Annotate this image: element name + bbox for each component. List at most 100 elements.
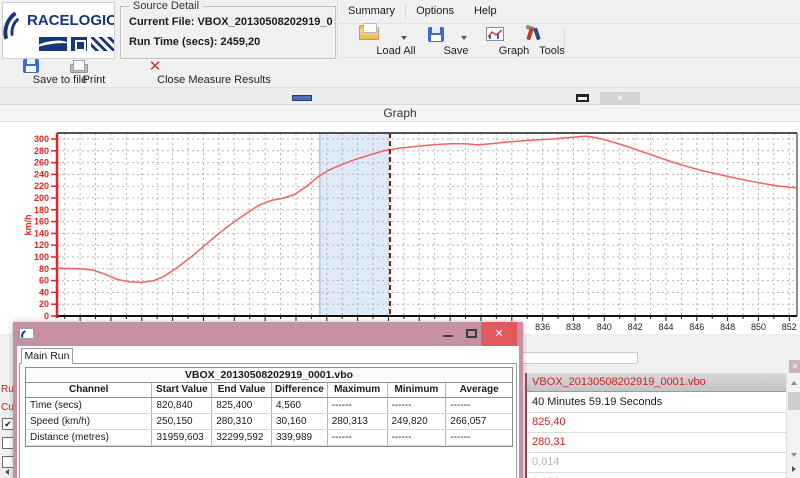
tools-button[interactable]: Tools bbox=[516, 26, 552, 57]
column-header: Minimum bbox=[388, 383, 447, 397]
y-tick-label: 280 bbox=[34, 146, 49, 156]
source-detail-group: Source Detail Current File: VBOX_2013050… bbox=[120, 6, 336, 59]
y-tick-label: 200 bbox=[34, 193, 49, 203]
column-header: End Value bbox=[212, 383, 272, 397]
tools-hammer-icon bbox=[525, 26, 543, 42]
table-row[interactable]: Distance (metres)31959,60332299,592339,9… bbox=[26, 430, 512, 446]
scroll-up-icon[interactable] bbox=[788, 377, 800, 390]
floppy-disk-icon bbox=[428, 27, 444, 42]
value-cell: ------ bbox=[446, 430, 512, 445]
scrollbar-thumb[interactable] bbox=[788, 392, 800, 410]
value-cell: 250,150 bbox=[152, 414, 212, 429]
value-cell: 825,400 bbox=[212, 398, 272, 413]
value-cell: 280,313 bbox=[328, 414, 388, 429]
y-tick-label: 180 bbox=[34, 205, 49, 215]
menu-item-summary[interactable]: Summary bbox=[338, 0, 405, 23]
save-dropdown-icon[interactable] bbox=[461, 36, 467, 40]
channel-cell: Speed (km/h) bbox=[26, 414, 152, 429]
measure-input-fragment[interactable] bbox=[519, 352, 638, 364]
x-tick-label: 848 bbox=[720, 322, 735, 332]
y-axis-title: km/h bbox=[23, 214, 33, 235]
y-tick-label: 260 bbox=[34, 158, 49, 168]
panel-file-header[interactable]: VBOX_20130508202919_0001.vbo bbox=[527, 373, 786, 392]
y-tick-label: 140 bbox=[34, 228, 49, 238]
table-row[interactable]: Time (secs)820,840825,4004,560----------… bbox=[26, 398, 512, 414]
value-cell: ------ bbox=[388, 430, 447, 445]
minimize-icon[interactable] bbox=[443, 335, 453, 337]
save-button[interactable]: Save bbox=[416, 26, 456, 57]
load-all-button[interactable]: Load All bbox=[341, 26, 396, 57]
menu-item-help[interactable]: Help bbox=[464, 0, 507, 23]
y-tick-label: 220 bbox=[34, 181, 49, 191]
current-file-label: Current File: VBOX_20130508202919_0001 bbox=[129, 16, 333, 28]
logo-text: RACELOGIC bbox=[27, 12, 115, 29]
save-to-file-button[interactable]: Save to file bbox=[2, 59, 60, 87]
results-table-header: ChannelStart ValueEnd ValueDifferenceMax… bbox=[26, 383, 512, 398]
x-tick-label: 842 bbox=[628, 322, 643, 332]
close-icon[interactable]: ✕ bbox=[600, 92, 640, 105]
y-tick-label: 60 bbox=[39, 276, 49, 286]
panel-row[interactable]: 0,156 bbox=[527, 473, 786, 478]
vbox-tools-window: RACELOGIC Source Detail Current File: VB… bbox=[0, 0, 800, 478]
logo-checker-badge-icon bbox=[91, 37, 115, 51]
racelogic-mini-icon bbox=[19, 328, 34, 339]
tab-main-run[interactable]: Main Run bbox=[21, 348, 73, 364]
menu-item-options[interactable]: Options bbox=[406, 0, 464, 23]
background-window-strip: ✕ bbox=[0, 88, 800, 105]
value-cell: ------ bbox=[388, 398, 447, 413]
value-cell: 31959,603 bbox=[152, 430, 212, 445]
scroll-down-icon[interactable] bbox=[788, 448, 800, 461]
column-header: Difference bbox=[272, 383, 328, 397]
value-cell: 4,560 bbox=[272, 398, 328, 413]
racelogic-logo: RACELOGIC bbox=[2, 2, 115, 59]
graph-chart-icon bbox=[486, 27, 504, 41]
panel-row[interactable]: 40 Minutes 59.19 Seconds bbox=[527, 393, 786, 413]
dialog-body: Main Run VBOX_20130508202919_0001.vbo Ch… bbox=[17, 346, 519, 478]
column-header: Maximum bbox=[328, 383, 388, 397]
value-cell: 30,160 bbox=[272, 414, 328, 429]
menu-bar: SummaryOptionsHelp bbox=[337, 0, 800, 24]
value-cell: 280,310 bbox=[212, 414, 272, 429]
close-measure-results-button[interactable]: ✕ Close Measure Results bbox=[96, 59, 214, 87]
panel-scrollbar[interactable] bbox=[786, 373, 800, 478]
logo-satellite-badge-icon bbox=[71, 37, 87, 51]
floppy-disk-icon bbox=[23, 59, 39, 73]
panel-close-icon[interactable]: ✕ bbox=[789, 360, 800, 373]
y-tick-label: 160 bbox=[34, 217, 49, 227]
scroll-right-icon[interactable] bbox=[788, 463, 800, 476]
close-icon[interactable]: ✕ bbox=[481, 322, 517, 346]
panel-row[interactable]: 280,31 bbox=[527, 433, 786, 453]
panel-rows: 40 Minutes 59.19 Seconds825,40280,310,01… bbox=[527, 393, 786, 478]
load-all-dropdown-icon[interactable] bbox=[401, 36, 407, 40]
table-row[interactable]: Speed (km/h)250,150280,31030,160280,3132… bbox=[26, 414, 512, 430]
panel-row[interactable]: 825,40 bbox=[527, 413, 786, 433]
red-x-icon: ✕ bbox=[148, 57, 162, 73]
printer-icon bbox=[70, 60, 86, 73]
run-time-label: Run Time (secs): 2459,20 bbox=[129, 36, 333, 48]
channel-cell: Time (secs) bbox=[26, 398, 152, 413]
maximize-icon[interactable] bbox=[466, 329, 477, 338]
results-table-caption: VBOX_20130508202919_0001.vbo bbox=[26, 368, 512, 383]
print-button[interactable]: Print bbox=[62, 59, 94, 87]
logo-car-badge-icon bbox=[39, 37, 67, 51]
panel-row[interactable]: 0,014 bbox=[527, 453, 786, 473]
y-tick-label: 80 bbox=[39, 264, 49, 274]
window-fragment-blue-bar bbox=[292, 95, 312, 101]
chart-background[interactable] bbox=[0, 122, 800, 334]
toolbar-separator bbox=[564, 28, 565, 53]
y-tick-label: 40 bbox=[39, 287, 49, 297]
dialog-titlebar[interactable]: ✕ bbox=[13, 322, 523, 346]
y-tick-label: 100 bbox=[34, 252, 49, 262]
x-tick-label: 852 bbox=[782, 322, 797, 332]
x-tick-label: 844 bbox=[658, 322, 673, 332]
measure-toolbar: Save to file Print ✕ Close Measure Resul… bbox=[0, 58, 800, 88]
source-detail-title: Source Detail bbox=[129, 0, 203, 12]
x-tick-label: 850 bbox=[751, 322, 766, 332]
dialog-page: VBOX_20130508202919_0001.vbo ChannelStar… bbox=[19, 363, 517, 478]
results-table: VBOX_20130508202919_0001.vbo ChannelStar… bbox=[25, 367, 513, 447]
selection-band[interactable] bbox=[320, 133, 390, 316]
y-tick-label: 0 bbox=[44, 311, 49, 321]
graph-button[interactable]: Graph bbox=[476, 26, 514, 57]
maximize-icon[interactable] bbox=[576, 94, 589, 102]
column-header: Channel bbox=[26, 383, 152, 397]
